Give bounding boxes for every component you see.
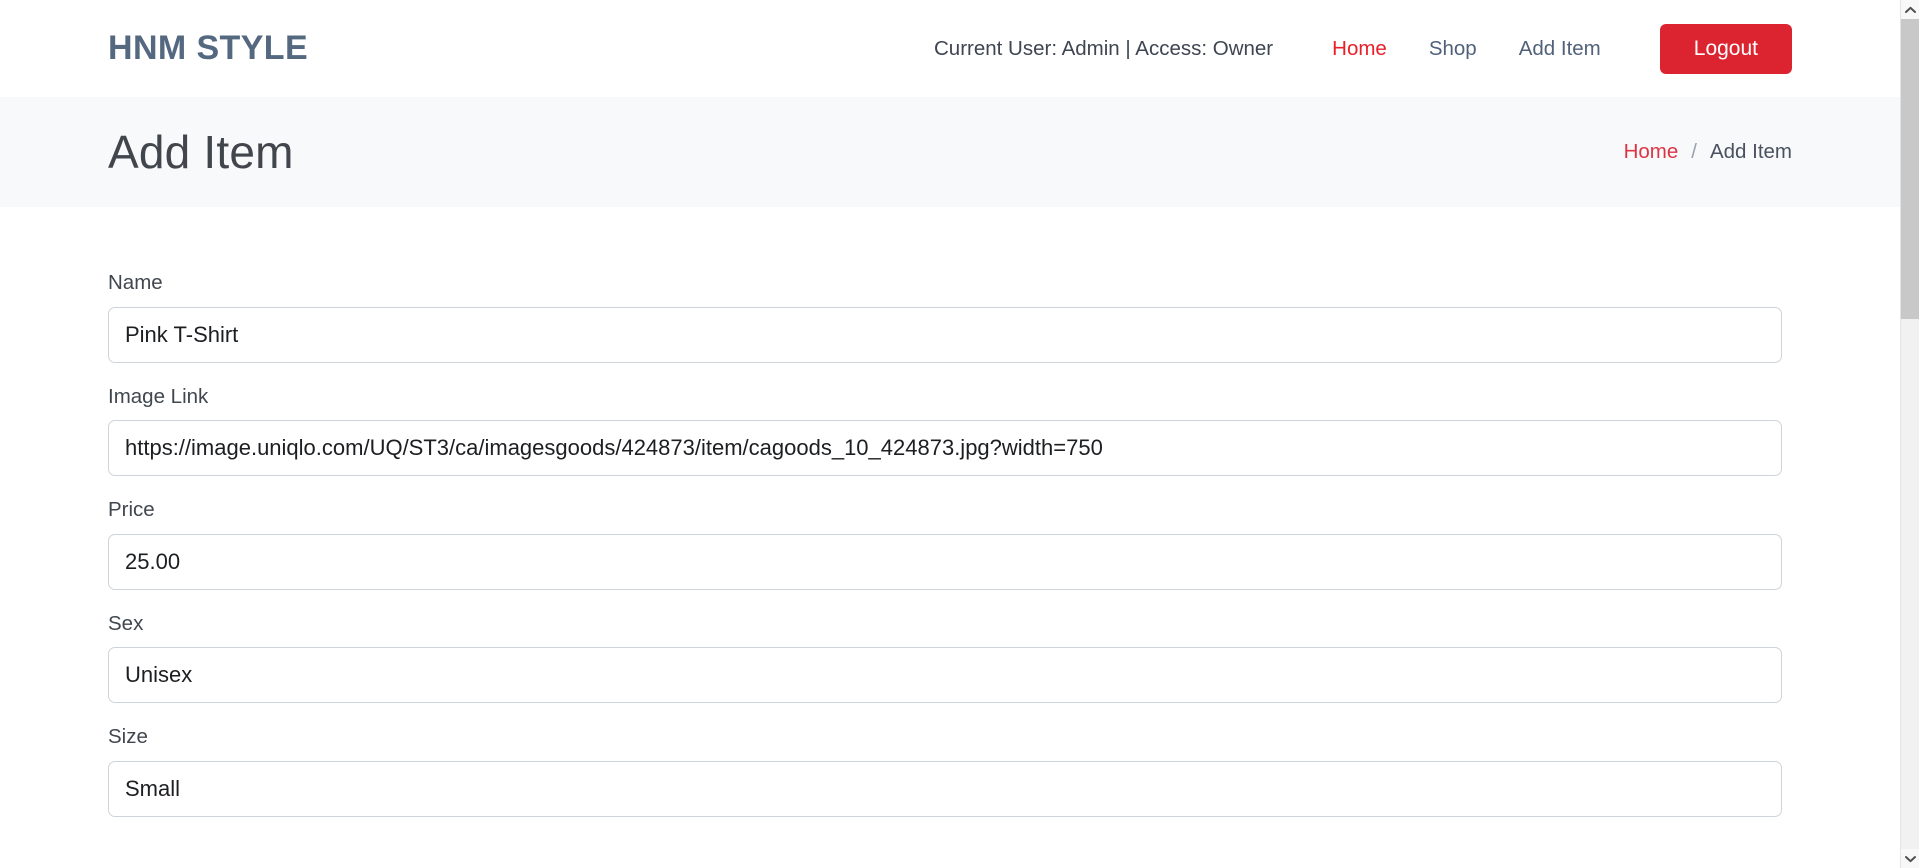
input-size[interactable]	[108, 760, 1782, 817]
chevron-down-icon	[1905, 855, 1916, 862]
page-header-band: Add Item Home / Add Item	[0, 97, 1900, 207]
vertical-scrollbar[interactable]	[1900, 0, 1919, 868]
scrollbar-thumb[interactable]	[1901, 19, 1919, 319]
nav-link-add-item[interactable]: Add Item	[1498, 37, 1622, 61]
nav-link-shop[interactable]: Shop	[1408, 37, 1498, 61]
input-price[interactable]	[108, 533, 1782, 590]
top-navbar: HNM STYLE Current User: Admin | Access: …	[0, 0, 1900, 97]
breadcrumb: Home / Add Item	[1624, 140, 1792, 164]
add-item-form: Name Image Link Price Sex Size	[0, 207, 1900, 817]
input-image-link[interactable]	[108, 420, 1782, 477]
current-user-status: Current User: Admin | Access: Owner	[934, 36, 1274, 60]
page-title: Add Item	[108, 126, 294, 178]
label-price: Price	[108, 498, 155, 522]
chevron-up-icon	[1905, 6, 1916, 13]
brand-logo[interactable]: HNM STYLE	[108, 29, 308, 68]
breadcrumb-home-link[interactable]: Home	[1624, 140, 1679, 164]
form-group-price: Price	[108, 498, 1792, 590]
nav-link-home[interactable]: Home	[1311, 37, 1408, 61]
navbar-right-group: Current User: Admin | Access: Owner Home…	[934, 23, 1792, 74]
input-sex[interactable]	[108, 647, 1782, 704]
label-sex: Sex	[108, 611, 144, 635]
label-size: Size	[108, 725, 148, 749]
form-group-size: Size	[108, 725, 1792, 817]
label-name: Name	[108, 271, 163, 294]
breadcrumb-current: Add Item	[1709, 140, 1792, 163]
form-group-image-link: Image Link	[108, 385, 1792, 477]
label-image-link: Image Link	[108, 384, 209, 408]
browser-viewport: HNM STYLE Current User: Admin | Access: …	[0, 0, 1919, 868]
form-group-sex: Sex	[108, 612, 1792, 704]
scroll-down-button[interactable]	[1901, 849, 1919, 868]
breadcrumb-separator: /	[1691, 140, 1697, 163]
scroll-up-button[interactable]	[1901, 0, 1919, 19]
input-name[interactable]	[108, 306, 1782, 363]
page-content: HNM STYLE Current User: Admin | Access: …	[0, 0, 1900, 868]
logout-button[interactable]: Logout	[1659, 23, 1792, 74]
form-group-name: Name	[108, 271, 1792, 363]
